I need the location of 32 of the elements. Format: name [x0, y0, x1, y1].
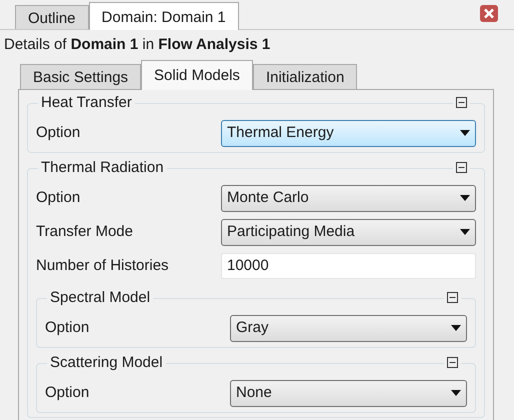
dropdown[interactable]: Participating Media — [221, 218, 476, 246]
field-label: Option — [45, 318, 90, 338]
collapse-icon[interactable] — [444, 292, 461, 303]
group-title: Scattering Model — [49, 354, 164, 372]
group-title: Thermal Radiation — [40, 159, 165, 177]
tab[interactable]: Domain: Domain 1 — [88, 2, 239, 30]
caret-icon — [460, 229, 470, 235]
tab[interactable]: Outline — [15, 5, 89, 29]
caret-icon — [460, 130, 470, 136]
dropdown[interactable]: Monte Carlo — [221, 184, 476, 212]
field-label: Option — [36, 122, 82, 143]
field-label: Transfer Mode — [36, 222, 134, 242]
field-label: Option — [45, 382, 90, 403]
group-title: Spectral Model — [49, 289, 152, 307]
caret-icon — [451, 390, 461, 396]
dropdown[interactable]: Thermal Energy — [221, 120, 476, 146]
tab[interactable]: Basic Settings — [20, 64, 142, 89]
collapse-icon[interactable] — [444, 357, 461, 368]
dropdown[interactable]: Gray — [230, 314, 467, 342]
tab[interactable]: Initialization — [252, 64, 358, 89]
tab[interactable]: Solid Models — [141, 60, 253, 90]
collapse-icon[interactable] — [453, 97, 470, 108]
dropdown[interactable]: None — [230, 380, 467, 406]
caret-icon — [451, 325, 461, 331]
details-heading: Details of Domain 1 in Flow Analysis 1 — [3, 35, 272, 55]
collapse-icon[interactable] — [453, 162, 470, 173]
field-label: Number of Histories — [36, 256, 170, 276]
field-label: Option — [36, 188, 82, 208]
group-title: Heat Transfer — [40, 94, 133, 112]
input-field[interactable]: 10000 — [221, 253, 476, 279]
close-icon[interactable] — [480, 5, 498, 22]
caret-icon — [460, 195, 470, 201]
